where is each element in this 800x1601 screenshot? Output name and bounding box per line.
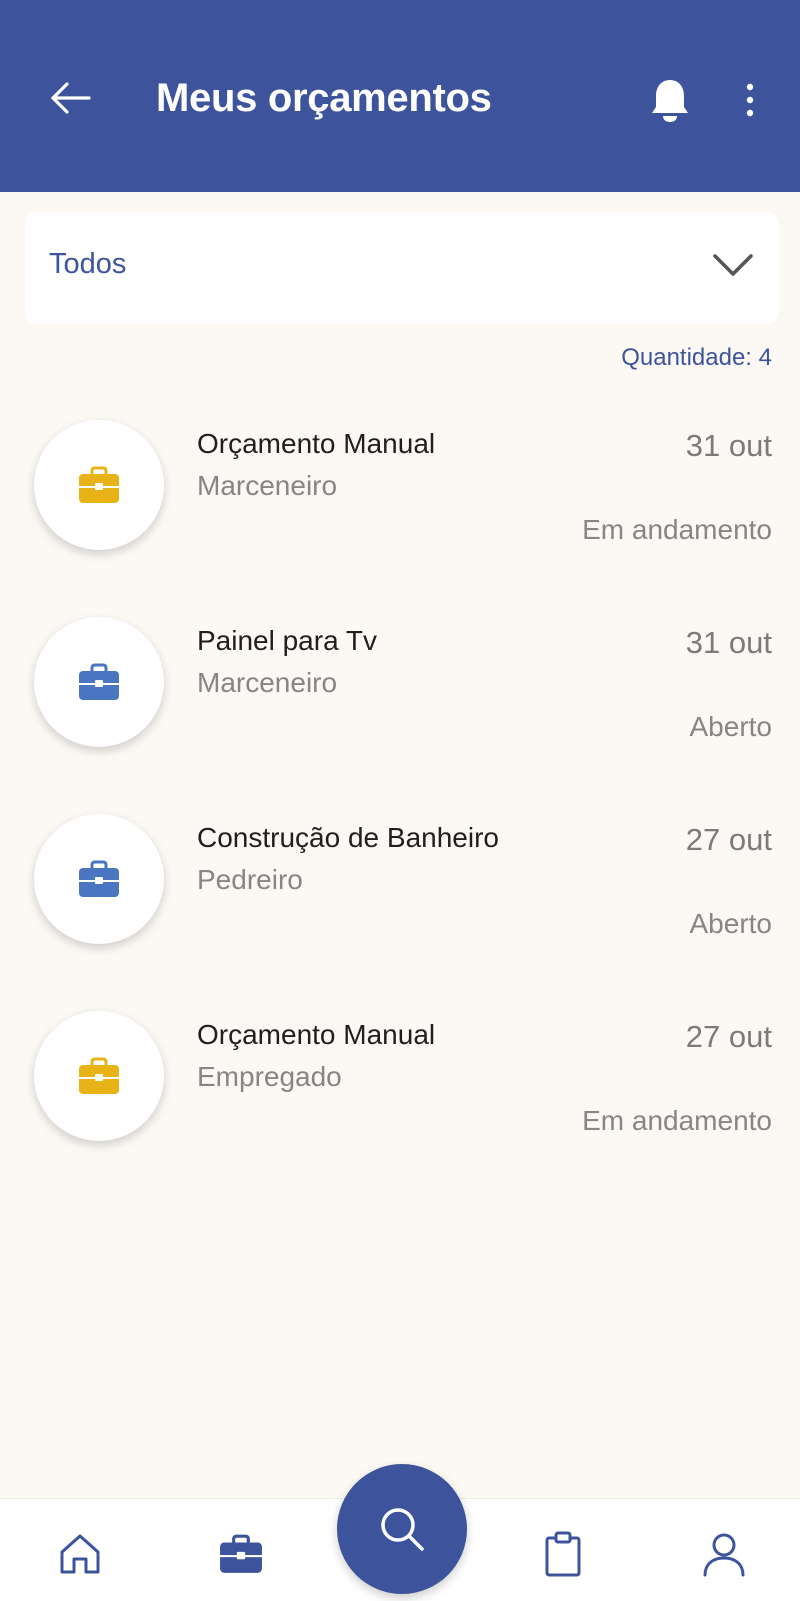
budget-category: Marceneiro xyxy=(197,667,338,698)
notifications-button[interactable] xyxy=(646,74,694,126)
avatar xyxy=(34,420,164,550)
briefcase-icon xyxy=(79,860,119,897)
budget-date: 27 out xyxy=(685,1019,772,1054)
home-icon xyxy=(60,1534,100,1574)
nav-profile[interactable] xyxy=(699,1529,749,1579)
budget-category: Marceneiro xyxy=(197,470,338,501)
back-button[interactable] xyxy=(46,74,94,122)
list-item[interactable]: Orçamento Manual Marceneiro 31 out Em an… xyxy=(0,418,800,615)
budget-list: Orçamento Manual Marceneiro 31 out Em an… xyxy=(0,418,800,1206)
search-button[interactable] xyxy=(337,1464,467,1594)
budget-date: 31 out xyxy=(685,625,772,660)
avatar xyxy=(34,814,164,944)
nav-budgets[interactable] xyxy=(216,1529,266,1579)
budget-status: Aberto xyxy=(689,711,773,742)
clipboard-icon xyxy=(545,1531,581,1577)
filter-selected-value: Todos xyxy=(49,248,127,280)
quantity-label: Quantidade: 4 xyxy=(621,344,772,371)
briefcase-icon xyxy=(220,1534,262,1573)
budget-status: Aberto xyxy=(689,908,773,939)
briefcase-icon xyxy=(79,466,119,503)
budget-title: Orçamento Manual xyxy=(197,428,436,459)
budget-title: Orçamento Manual xyxy=(197,1019,436,1050)
arrow-left-icon xyxy=(51,82,91,114)
avatar xyxy=(34,617,164,747)
bell-icon xyxy=(652,80,688,122)
briefcase-icon xyxy=(79,1057,119,1094)
list-item[interactable]: Orçamento Manual Empregado 27 out Em and… xyxy=(0,1009,800,1206)
user-icon xyxy=(703,1533,745,1577)
more-menu-button[interactable] xyxy=(738,76,762,124)
budget-category: Empregado xyxy=(197,1061,342,1092)
budget-status: Em andamento xyxy=(582,1105,772,1136)
more-vertical-icon xyxy=(746,83,754,117)
page-title: Meus orçamentos xyxy=(156,76,492,120)
list-item[interactable]: Painel para Tv Marceneiro 31 out Aberto xyxy=(0,615,800,812)
nav-home[interactable] xyxy=(55,1529,105,1579)
app-bar: Meus orçamentos xyxy=(0,0,800,192)
list-item[interactable]: Construção de Banheiro Pedreiro 27 out A… xyxy=(0,812,800,1009)
briefcase-icon xyxy=(79,663,119,700)
budget-date: 31 out xyxy=(685,428,772,463)
budget-category: Pedreiro xyxy=(197,864,303,895)
status-filter-dropdown[interactable]: Todos xyxy=(25,212,779,324)
avatar xyxy=(34,1011,164,1141)
nav-clipboard[interactable] xyxy=(538,1529,588,1579)
budget-title: Painel para Tv xyxy=(197,625,378,656)
search-icon xyxy=(381,1508,424,1551)
budget-title: Construção de Banheiro xyxy=(197,822,499,853)
budget-date: 27 out xyxy=(685,822,772,857)
budget-status: Em andamento xyxy=(582,514,772,545)
chevron-down-icon xyxy=(713,254,753,276)
